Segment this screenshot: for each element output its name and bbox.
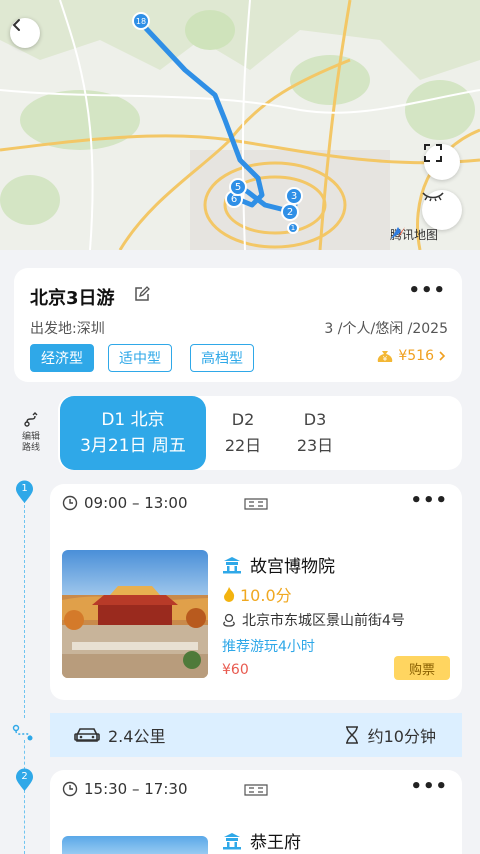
stop-time[interactable]: 15:30 – 17:30	[62, 780, 188, 798]
ticket-icon[interactable]	[244, 498, 268, 510]
trip-meta: 3 /个人/悠闲 /2025	[324, 321, 448, 337]
svg-text:¥: ¥	[383, 355, 388, 363]
poi-photo[interactable]	[62, 836, 208, 854]
route-marker-start[interactable]: 18	[132, 12, 150, 30]
stop-more-button[interactable]: •••	[410, 490, 448, 511]
route-edit-icon	[24, 412, 38, 427]
timeline-line	[24, 740, 25, 770]
poi-recommend-duration: 推荐游玩4小时	[222, 639, 315, 655]
chevron-right-icon	[439, 351, 446, 361]
car-icon	[74, 728, 100, 742]
flame-icon	[224, 587, 235, 602]
route-marker-2[interactable]: 2	[281, 203, 299, 221]
transit-distance: 2.4公里	[74, 723, 165, 747]
map-view[interactable]: 18 6 5 3 2 1 腾讯地图	[0, 0, 480, 250]
trip-origin: 出发地:深圳	[30, 321, 105, 337]
route-marker-1[interactable]: 1	[287, 222, 299, 234]
tab-day-2[interactable]: D2 22日	[218, 396, 268, 470]
trip-summary-card: 北京3日游 ••• 出发地:深圳 3 /个人/悠闲 /2025 经济型 适中型 …	[14, 268, 462, 382]
transit-duration: 约10分钟	[344, 723, 436, 747]
poi-name[interactable]: 恭王府	[222, 828, 301, 853]
money-bag-icon: ¥	[378, 351, 393, 363]
chevron-left-icon	[12, 19, 20, 31]
stop-more-button[interactable]: •••	[410, 776, 448, 797]
fullscreen-button[interactable]	[424, 144, 460, 180]
buy-ticket-button[interactable]: 购票	[394, 656, 450, 680]
poi-price: ¥60	[222, 662, 249, 678]
landmark-icon	[223, 832, 241, 849]
route-marker-5[interactable]: 5	[229, 178, 247, 196]
location-icon	[223, 613, 235, 627]
back-button[interactable]	[10, 18, 40, 48]
stop-card-2[interactable]: 15:30 – 17:30 ••• 恭王府	[50, 770, 462, 854]
ticket-icon[interactable]	[244, 784, 268, 796]
stop-pin-2: 2	[15, 768, 34, 792]
tab-day-1[interactable]: D1 北京 3月21日 周五	[60, 396, 206, 470]
timeline-line	[24, 790, 25, 854]
tier-budget-button[interactable]: 经济型	[30, 344, 94, 372]
stop-pin-1: 1	[15, 480, 34, 504]
budget-link[interactable]: ¥ ¥516	[376, 348, 446, 364]
budget-amount: ¥516	[398, 348, 434, 364]
stop-card-1[interactable]: 09:00 – 13:00 ••• 故宫博物院 10.0分 北京市东城区景山前街…	[50, 484, 462, 700]
fullscreen-icon	[424, 144, 442, 162]
trip-more-button[interactable]: •••	[408, 280, 446, 301]
edit-route-button[interactable]: 编辑 路线	[14, 412, 48, 454]
tier-luxury-button[interactable]: 高档型	[190, 344, 254, 372]
clock-icon	[62, 781, 78, 797]
map-canvas	[0, 0, 480, 250]
landmark-icon	[223, 556, 241, 573]
edit-icon[interactable]	[134, 286, 150, 302]
hide-button[interactable]	[422, 190, 462, 230]
tier-moderate-button[interactable]: 适中型	[108, 344, 172, 372]
tab-day-3[interactable]: D3 23日	[290, 396, 340, 470]
hourglass-icon	[345, 726, 358, 744]
eye-closed-icon	[422, 192, 444, 202]
transit-segment[interactable]: 2.4公里 约10分钟	[50, 713, 462, 757]
trip-title: 北京3日游	[30, 288, 115, 309]
timeline-line	[24, 500, 25, 718]
tencent-map-logo-icon	[391, 227, 405, 239]
poi-name[interactable]: 故宫博物院	[222, 552, 335, 577]
day-tabs: D1 北京 3月21日 周五 D2 22日 D3 23日	[58, 396, 462, 470]
transit-route-icon	[12, 724, 33, 741]
forbidden-city-photo	[62, 550, 208, 678]
stop-time[interactable]: 09:00 – 13:00	[62, 494, 188, 512]
clock-icon	[62, 495, 78, 511]
poi-rating: 10.0分	[222, 582, 292, 606]
poi-address[interactable]: 北京市东城区景山前街4号	[222, 610, 405, 630]
poi-photo[interactable]	[62, 550, 208, 678]
map-provider-logo: 腾讯地图	[390, 227, 439, 242]
